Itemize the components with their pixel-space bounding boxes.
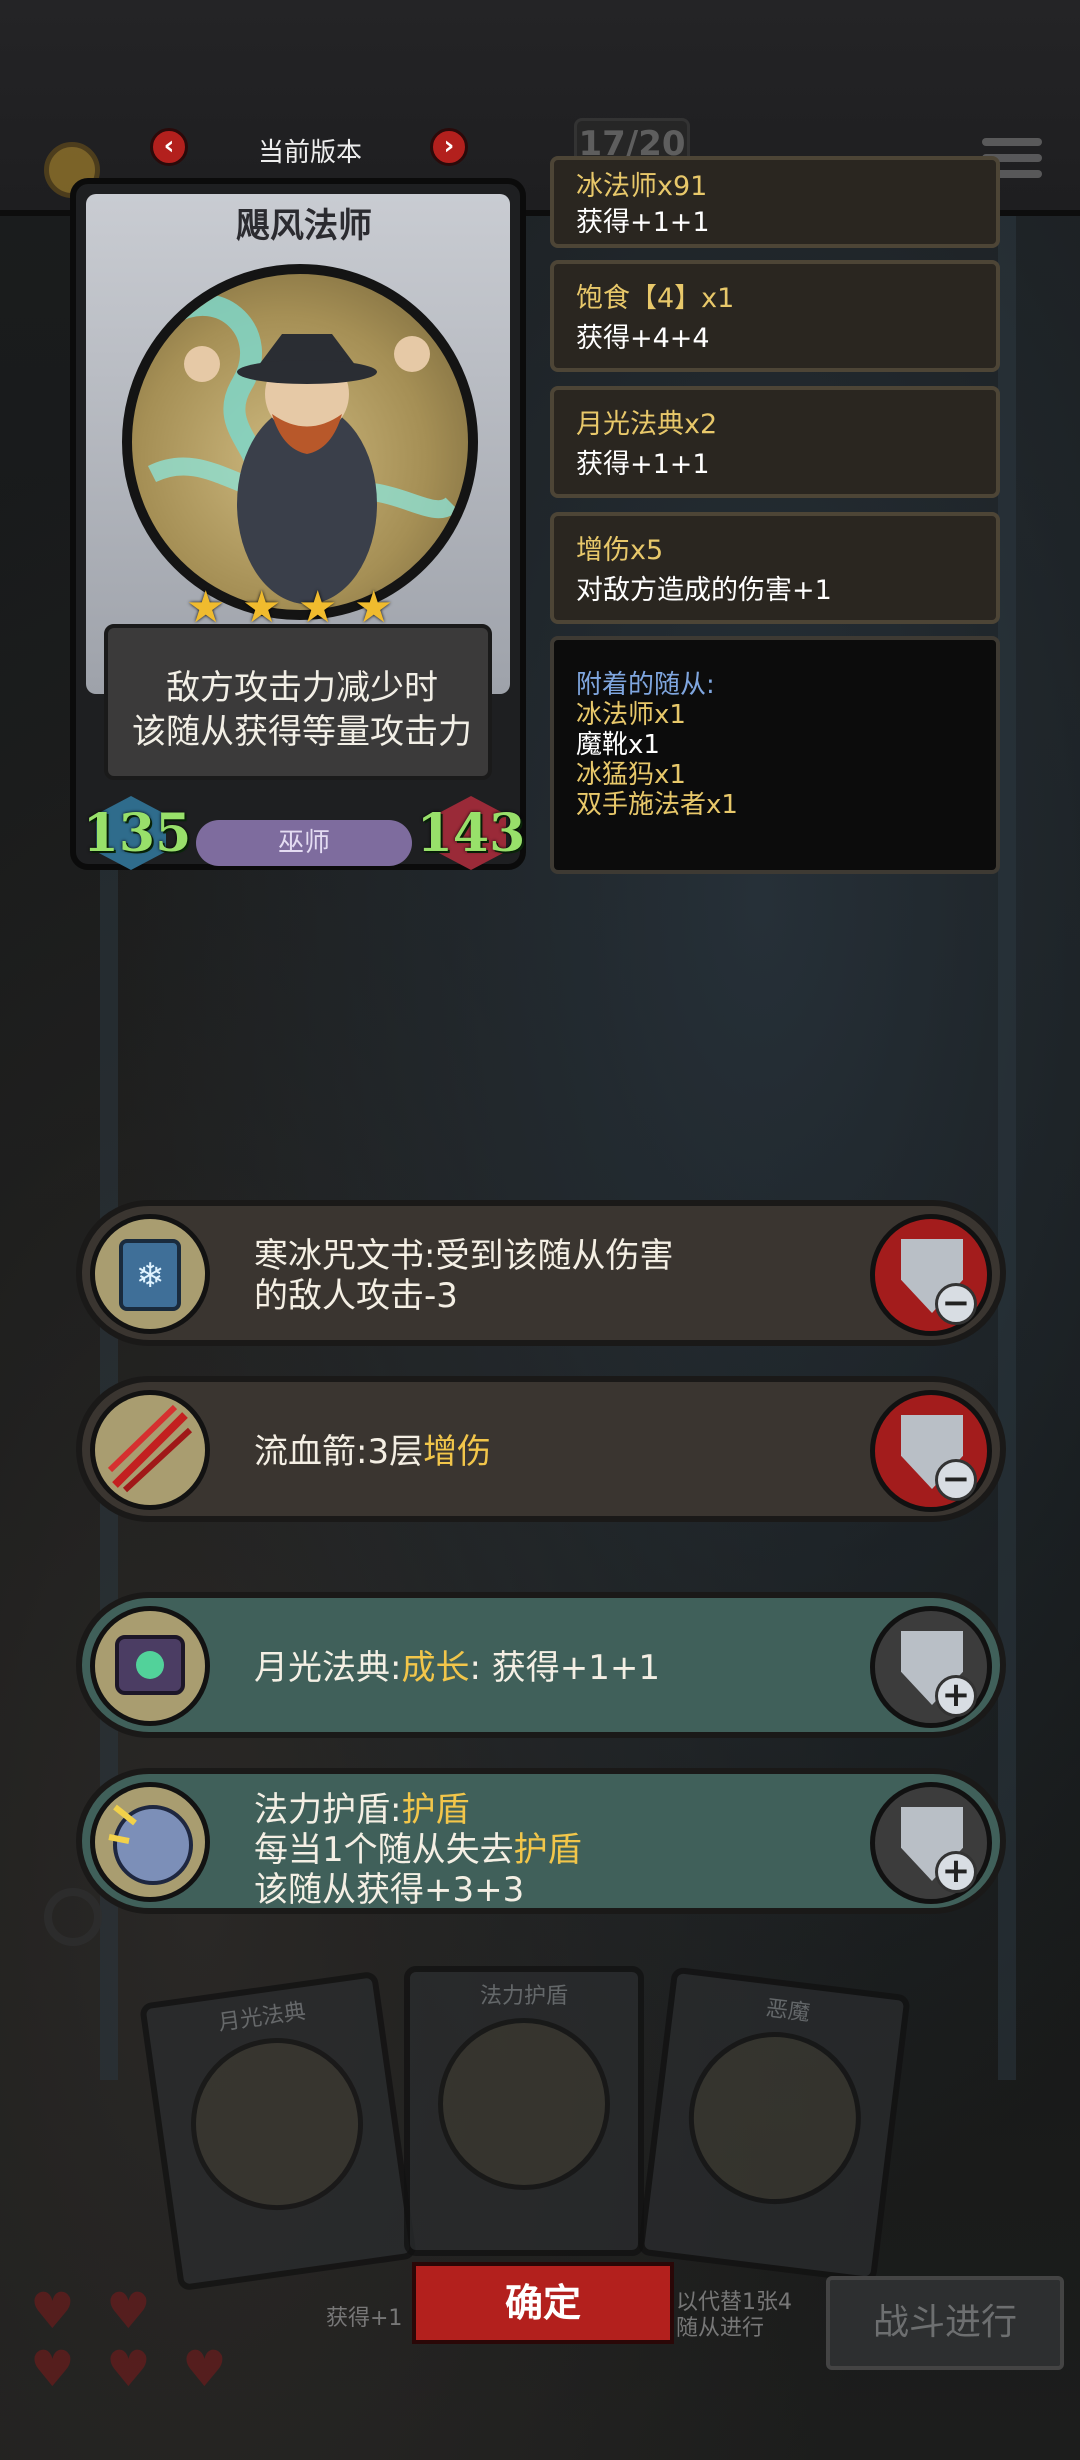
frost-book-line2: 的敌人攻击-3 [254, 1276, 458, 1316]
buff-effect: 获得+1+1 [576, 449, 710, 480]
hero-portrait [122, 264, 478, 620]
effect-row-frost-book: ❄ 寒冰咒文书:受到该随从伤害 的敌人攻击-3 − [76, 1200, 1006, 1346]
bleed-arrow-icon [90, 1390, 210, 1510]
remove-bleed-arrow-button[interactable]: − [870, 1390, 992, 1512]
buff-item: 月光法典x2 获得+1+1 [550, 386, 1000, 498]
heart-icon: ♥ [30, 2282, 75, 2340]
frost-book-icon: ❄ [90, 1214, 210, 1334]
add-mana-shield-button[interactable]: + [870, 1782, 992, 1904]
add-moon-book-button[interactable]: + [870, 1606, 992, 1728]
mana-shield-text: 法力护盾:护盾 每当1个随从失去护盾 该随从获得+3+3 [254, 1790, 582, 1910]
buff-effect: 获得+1+1 [576, 207, 710, 238]
moon-book-prefix: 月光法典: [254, 1648, 402, 1688]
attached-minion: 双手施法者x1 [576, 790, 738, 820]
buff-effect: 对敌方造成的伤害+1 [576, 575, 832, 606]
buff-title: 饱食【4】x1 [576, 283, 735, 314]
bleed-arrow-text: 流血箭:3层增伤 [254, 1432, 491, 1472]
buff-title: 增伤x5 [576, 535, 664, 566]
mana-shield-line2-prefix: 每当1个随从失去 [254, 1830, 514, 1870]
hand-card-mana-shield[interactable]: 法力护盾 [404, 1966, 644, 2256]
plus-icon: + [935, 1851, 977, 1893]
hero-name: 飓风法师 [236, 206, 372, 246]
heart-icon: ♥ [30, 2340, 75, 2398]
prev-version-button[interactable]: ‹ [150, 128, 188, 166]
hand-card-moon-book[interactable]: 月光法典 [138, 1970, 418, 2292]
mana-shield-keyword: 护盾 [401, 1790, 470, 1830]
search-icon [44, 1888, 102, 1946]
version-selector: ‹ 当前版本 › [150, 128, 470, 172]
faded-minion-text: 随从进行 [676, 2316, 765, 2341]
hero-card: 飓风法师 ★ ★ ★ ★ 敌方攻击力减少时 该随从获得等量攻击力 135 巫师 … [70, 178, 526, 870]
mana-shield-line3: 该随从获得+3+3 [254, 1870, 525, 1910]
hand-card-title: 法力护盾 [479, 1984, 568, 2009]
mana-shield-line2-keyword: 护盾 [513, 1830, 582, 1870]
buff-title: 冰法师x91 [576, 171, 708, 202]
mana-shield-icon [90, 1782, 210, 1902]
hero-description-box: 敌方攻击力减少时 该随从获得等量攻击力 [104, 624, 492, 780]
hand-card-art [679, 2022, 871, 2214]
svg-text:❄: ❄ [136, 1256, 165, 1296]
mana-shield-line1: 法力护盾:护盾 [254, 1790, 582, 1830]
moon-book-keyword: 成长 [401, 1648, 470, 1688]
hand-card-art [179, 2026, 375, 2222]
buff-item: 饱食【4】x1 获得+4+4 [550, 260, 1000, 372]
confirm-button[interactable]: 确定 [412, 2262, 674, 2344]
minus-icon: − [935, 1459, 977, 1501]
frost-book-line1: 寒冰咒文书:受到该随从伤害 [254, 1236, 674, 1276]
bleed-arrow-keyword: 增伤 [423, 1432, 492, 1472]
moon-book-text: 月光法典:成长: 获得+1+1 [254, 1648, 660, 1688]
plus-icon: + [935, 1675, 977, 1717]
buff-item: 冰法师x91 获得+1+1 [550, 156, 1000, 248]
hero-description-line2: 该随从获得等量攻击力 [132, 712, 472, 752]
moon-book-icon [90, 1606, 210, 1726]
attached-minions-panel: 附着的随从: 冰法师x1 魔靴x1 冰猛犸x1 双手施法者x1 [550, 636, 1000, 874]
faded-gain-text: 获得+1 [326, 2306, 403, 2331]
bleed-arrow-prefix: 流血箭:3层 [254, 1432, 424, 1472]
hero-description: 敌方攻击力减少时 该随从获得等量攻击力 [108, 666, 496, 754]
moon-book-suffix: : 获得+1+1 [469, 1648, 660, 1688]
hero-description-line1: 敌方攻击力减少时 [166, 668, 438, 708]
buff-title: 月光法典x2 [576, 409, 718, 440]
hand-card-art [438, 2018, 610, 2190]
heart-icon: ♥ [106, 2282, 151, 2340]
frost-book-text: 寒冰咒文书:受到该随从伤害 的敌人攻击-3 [254, 1236, 673, 1316]
heart-icon: ♥ [106, 2340, 151, 2398]
buff-effect: 获得+4+4 [576, 323, 710, 354]
mana-shield-prefix: 法力护盾: [254, 1790, 402, 1830]
hero-attack: 135 [82, 803, 192, 864]
minus-icon: − [935, 1283, 977, 1325]
effect-row-moon-book: 月光法典:成长: 获得+1+1 + [76, 1592, 1006, 1738]
mana-shield-line2: 每当1个随从失去护盾 [254, 1830, 582, 1870]
next-version-button[interactable]: › [430, 128, 468, 166]
effect-row-mana-shield: 法力护盾:护盾 每当1个随从失去护盾 该随从获得+3+3 + [76, 1768, 1006, 1914]
buff-item: 增伤x5 对敌方造成的伤害+1 [550, 512, 1000, 624]
effect-row-bleed-arrow: 流血箭:3层增伤 − [76, 1376, 1006, 1522]
hero-tribe: 巫师 [196, 820, 412, 866]
hero-health: 143 [416, 803, 526, 864]
battle-button[interactable]: 战斗进行 [826, 2276, 1064, 2370]
hand-card-demon[interactable]: 恶魔 [637, 1966, 911, 2284]
version-label: 当前版本 [257, 138, 362, 168]
remove-frost-book-button[interactable]: − [870, 1214, 992, 1336]
heart-icon: ♥ [182, 2340, 227, 2398]
